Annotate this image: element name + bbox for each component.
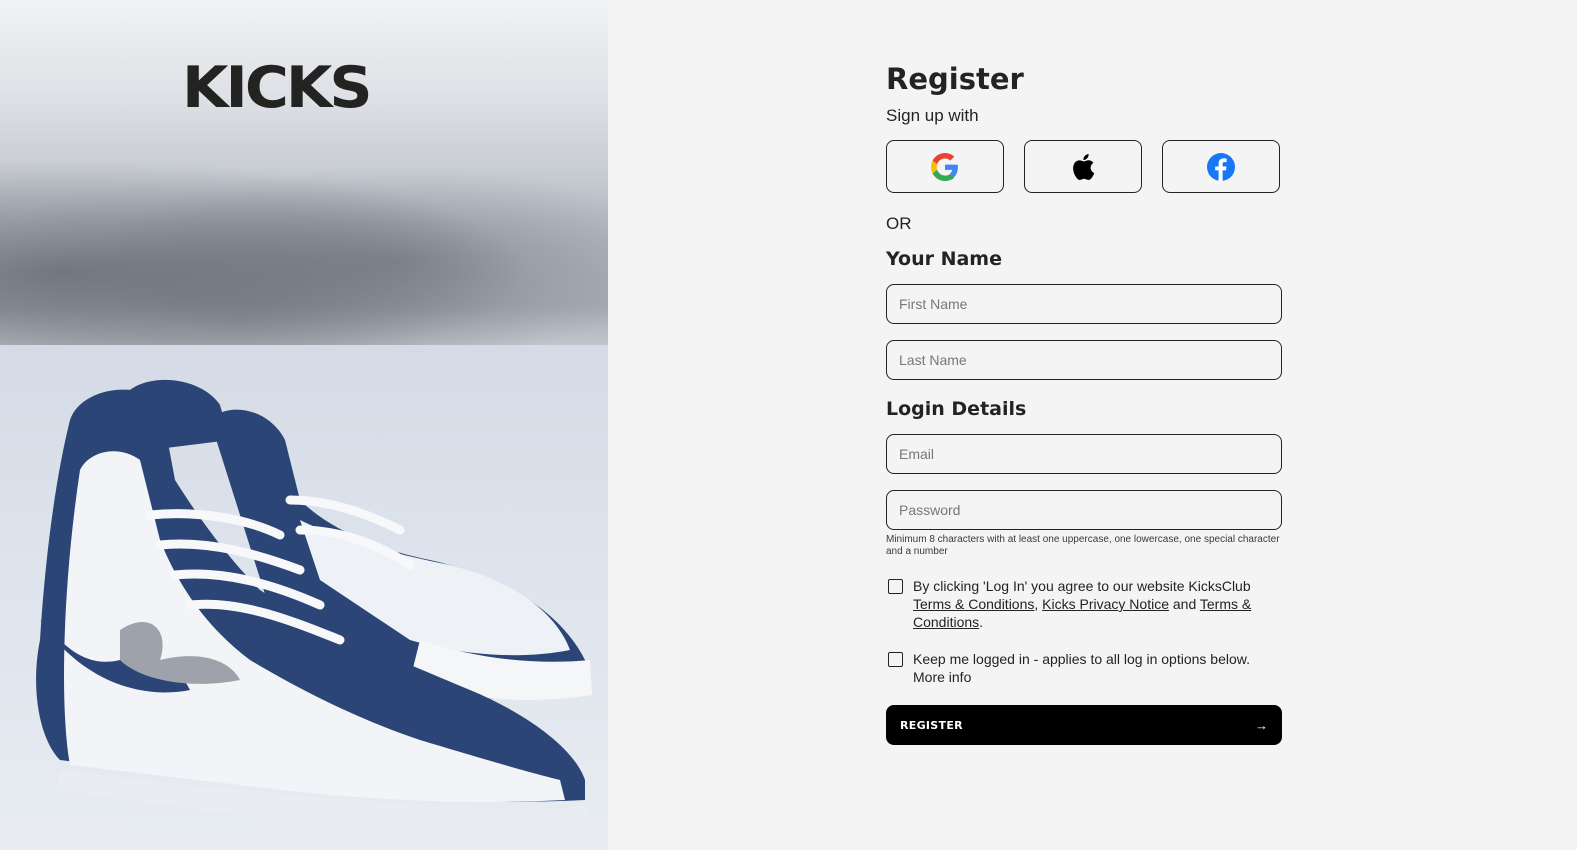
- terms-suffix: .: [979, 614, 984, 630]
- hero-image: [0, 0, 608, 850]
- terms-row: By clicking 'Log In' you agree to our we…: [886, 577, 1282, 631]
- last-name-input[interactable]: [886, 340, 1282, 380]
- hero-background-blur: [0, 140, 608, 360]
- register-button[interactable]: REGISTER →: [886, 705, 1282, 745]
- terms-and: and: [1168, 596, 1200, 612]
- register-button-label: REGISTER: [900, 718, 963, 732]
- keep-logged-in-checkbox[interactable]: [888, 652, 903, 667]
- your-name-heading: Your Name: [886, 248, 1002, 270]
- first-name-input[interactable]: [886, 284, 1282, 324]
- terms-link[interactable]: Terms & Conditions: [913, 596, 1034, 612]
- terms-prefix: By clicking 'Log In' you agree to our we…: [913, 578, 1251, 594]
- terms-text: By clicking 'Log In' you agree to our we…: [913, 577, 1273, 631]
- password-hint: Minimum 8 characters with at least one u…: [886, 534, 1280, 557]
- more-info-link[interactable]: More info: [913, 669, 971, 685]
- google-icon: [931, 152, 958, 181]
- sneakers-illustration: [36, 379, 592, 827]
- or-divider: OR: [886, 214, 912, 233]
- email-input[interactable]: [886, 434, 1282, 474]
- kicks-logo[interactable]: KICKS: [182, 60, 373, 117]
- page-title: Register: [886, 62, 1024, 96]
- google-signup-button[interactable]: [886, 140, 1004, 193]
- login-details-heading: Login Details: [886, 398, 1027, 420]
- keep-logged-in-row: Keep me logged in - applies to all log i…: [886, 650, 1282, 686]
- keep-logged-in-label: Keep me logged in - applies to all log i…: [913, 651, 1250, 667]
- keep-logged-in-text: Keep me logged in - applies to all log i…: [913, 650, 1273, 686]
- facebook-icon: [1207, 152, 1235, 181]
- apple-icon: [1073, 153, 1095, 180]
- privacy-notice-link[interactable]: Kicks Privacy Notice: [1042, 596, 1169, 612]
- arrow-right-icon: →: [1255, 717, 1268, 733]
- terms-separator: ,: [1034, 596, 1043, 612]
- social-login-buttons: [886, 140, 1282, 193]
- sign-up-with-label: Sign up with: [886, 106, 979, 125]
- apple-signup-button[interactable]: [1024, 140, 1142, 193]
- terms-checkbox[interactable]: [888, 579, 903, 594]
- register-form: Register Sign up with OR Your Name Login: [886, 62, 1282, 745]
- password-input[interactable]: [886, 490, 1282, 530]
- facebook-signup-button[interactable]: [1162, 140, 1280, 193]
